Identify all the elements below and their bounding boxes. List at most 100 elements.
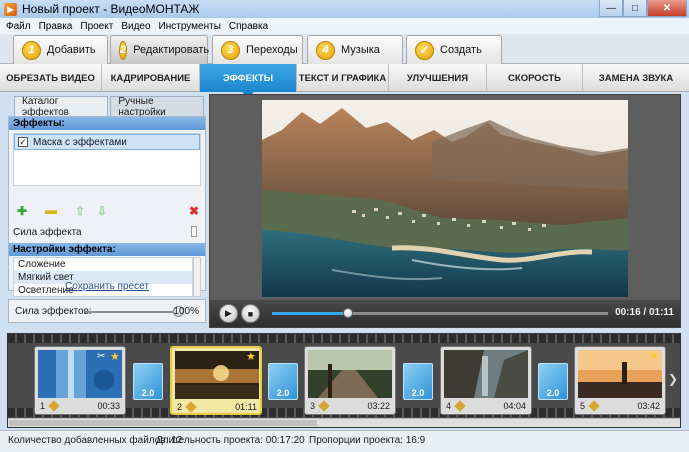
clip-info: 2 01:11 — [175, 401, 259, 413]
list-item[interactable]: ✓ Маска с эффектами — [14, 134, 200, 150]
scissors-icon: ✂ — [97, 351, 106, 362]
clip-duration: 03:42 — [637, 401, 660, 411]
timeline-clip[interactable]: 4 04:04 — [440, 346, 532, 415]
edit-icon[interactable] — [588, 400, 600, 412]
clip-duration: 04:04 — [503, 401, 526, 411]
timeline-scrollbar[interactable] — [8, 418, 680, 427]
step-label: Добавить — [47, 44, 96, 56]
transition-duration: 2.0 — [276, 388, 290, 398]
transition-duration: 2.0 — [546, 388, 560, 398]
edit-icon[interactable] — [318, 400, 330, 412]
step-music[interactable]: 4 Музыка — [307, 35, 403, 64]
menu-tools[interactable]: Инструменты — [159, 21, 221, 32]
timeline-clip[interactable]: ✂ ★ 1 00:33 — [34, 346, 126, 415]
tab-effects[interactable]: ЭФФЕКТЫ — [200, 64, 297, 98]
minimize-button[interactable]: — — [599, 0, 623, 17]
tab-crop[interactable]: КАДРИРОВАНИЕ — [102, 64, 200, 92]
add-icon[interactable]: ✚ — [17, 205, 27, 217]
transition-block[interactable]: 2.0 — [403, 363, 433, 400]
tab-manual-settings[interactable]: Ручные настройки — [110, 96, 204, 118]
seek-bar[interactable] — [272, 308, 608, 318]
video-frame[interactable] — [262, 100, 628, 297]
clip-number: 4 — [446, 401, 452, 411]
transition-duration: 2.0 — [411, 388, 425, 398]
window-controls: — □ ✕ — [599, 0, 687, 17]
step-label: Переходы — [246, 44, 298, 56]
project-duration: Длительность проекта: 00:17:20 — [156, 435, 305, 446]
clip-info: 4 04:04 — [444, 400, 528, 412]
star-icon: ★ — [246, 351, 256, 363]
move-down-icon[interactable]: ⇩ — [97, 205, 107, 217]
clip-info: 1 00:33 — [38, 400, 122, 412]
menu-help[interactable]: Справка — [229, 21, 268, 32]
step-add[interactable]: 1 Добавить — [13, 35, 108, 64]
effects-subtabs: Каталог эффектов Ручные настройки — [14, 96, 206, 118]
menu-project[interactable]: Проект — [80, 21, 113, 32]
tab-enhancements[interactable]: УЛУЧШЕНИЯ — [389, 64, 487, 92]
transition-block[interactable]: 2.0 — [538, 363, 568, 400]
play-button[interactable]: ▶ — [219, 304, 238, 323]
step-edit[interactable]: 2 Редактировать — [110, 35, 209, 64]
clip-number: 2 — [177, 402, 183, 412]
tab-trim-video[interactable]: ОБРЕЗАТЬ ВИДЕО — [0, 64, 102, 92]
clip-info: 3 03:22 — [308, 400, 392, 412]
effects-strength-value: 100% — [173, 306, 199, 317]
effect-strength-slider[interactable] — [191, 226, 197, 237]
seek-progress — [272, 312, 348, 315]
playback-time: 00:16 / 01:11 — [615, 307, 674, 318]
menu-file[interactable]: Файл — [6, 21, 31, 32]
tab-text-graphics[interactable]: ТЕКСТ И ГРАФИКА — [297, 64, 389, 92]
seek-knob[interactable] — [342, 308, 353, 318]
effect-label: Маска с эффектами — [33, 136, 127, 148]
timeline-clip[interactable]: 3 03:22 — [304, 346, 396, 415]
step-number-badge: 3 — [221, 40, 240, 60]
maximize-button[interactable]: □ — [623, 0, 647, 17]
timeline-clip[interactable]: ★ 5 03:42 — [574, 346, 666, 415]
timeline-scroll-thumb[interactable] — [9, 420, 317, 426]
player-controls: ▶ ■ 00:16 / 01:11 — [210, 300, 680, 327]
move-up-icon[interactable]: ⇧ — [75, 205, 85, 217]
menu-edit[interactable]: Правка — [39, 21, 73, 32]
effect-settings-header: Настройки эффекта: — [9, 243, 205, 256]
step-transitions[interactable]: 3 Переходы — [212, 35, 303, 64]
chevron-right-icon[interactable]: ❯ — [668, 372, 678, 386]
step-number-badge: 4 — [316, 40, 335, 60]
checkmark-icon: ✓ — [415, 40, 434, 60]
app-icon: ▶ — [4, 2, 17, 16]
tab-replace-audio[interactable]: ЗАМЕНА ЗВУКА — [583, 64, 689, 92]
clip-thumbnail — [444, 350, 528, 398]
edit-icon[interactable] — [185, 401, 197, 413]
effects-header: Эффекты: — [9, 117, 205, 130]
save-preset-link[interactable]: Сохранить пресет — [8, 281, 206, 292]
checkbox[interactable]: ✓ — [18, 137, 28, 147]
clip-info: 5 03:42 — [578, 400, 662, 412]
step-tabs: 1 Добавить 2 Редактировать 3 Переходы 4 … — [0, 34, 689, 64]
list-item[interactable]: Сложение — [14, 258, 192, 271]
effect-list: ✓ Маска с эффектами — [13, 133, 201, 186]
edit-icon[interactable] — [454, 400, 466, 412]
star-icon: ★ — [110, 351, 120, 363]
menu-bar: Файл Правка Проект Видео Инструменты Спр… — [0, 18, 689, 34]
title-bar: ▶ Новый проект - ВидеоМОНТАЖ — □ ✕ — [0, 0, 689, 18]
stop-button[interactable]: ■ — [241, 304, 260, 323]
timeline-clip-selected[interactable]: ★ 2 01:11 — [170, 346, 262, 415]
step-number-badge: 2 — [119, 40, 128, 60]
window-title: Новый проект - ВидеоМОНТАЖ — [22, 2, 200, 16]
transition-block[interactable]: 2.0 — [268, 363, 298, 400]
clip-number: 3 — [310, 401, 316, 411]
menu-video[interactable]: Видео — [121, 21, 150, 32]
tab-effects-catalog[interactable]: Каталог эффектов — [14, 96, 109, 118]
clip-number: 1 — [40, 401, 46, 411]
delete-icon[interactable]: ✖ — [189, 205, 199, 217]
clip-duration: 01:11 — [235, 402, 257, 412]
step-create[interactable]: ✓ Создать — [406, 35, 502, 64]
remove-icon[interactable]: ▬ — [45, 204, 57, 216]
edit-icon[interactable] — [48, 400, 60, 412]
effects-strength-box: Сила эффектов: 100% — [8, 299, 206, 323]
step-label: Создать — [440, 44, 482, 56]
close-button[interactable]: ✕ — [647, 0, 687, 17]
step-label: Музыка — [341, 44, 380, 56]
tab-speed[interactable]: СКОРОСТЬ — [487, 64, 583, 92]
effects-strength-track[interactable] — [85, 311, 177, 313]
transition-block[interactable]: 2.0 — [133, 363, 163, 400]
